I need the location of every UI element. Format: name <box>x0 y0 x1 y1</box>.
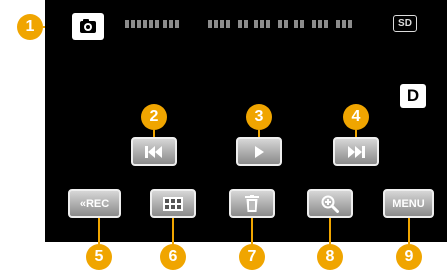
rec-button[interactable]: «REC <box>68 189 121 218</box>
callout-6-leader <box>172 218 174 245</box>
play-button[interactable] <box>236 137 282 166</box>
callout-4: 4 <box>343 104 369 130</box>
callout-3-leader <box>258 130 260 137</box>
callout-5-leader <box>98 218 100 245</box>
callout-4-leader <box>355 130 357 137</box>
callout-8: 8 <box>317 244 343 270</box>
callout-7: 7 <box>239 244 265 270</box>
mode-d-badge: D <box>400 84 426 108</box>
callout-9-leader <box>408 218 410 245</box>
sd-card-badge: SD <box>393 15 417 32</box>
callout-2: 2 <box>141 104 167 130</box>
index-grid-icon <box>163 196 183 211</box>
rec-label: «REC <box>79 197 110 210</box>
index-button[interactable] <box>150 189 196 218</box>
callout-2-leader <box>153 130 155 137</box>
date-time-glyphs <box>208 20 352 28</box>
play-icon <box>255 145 264 158</box>
menu-button[interactable]: MENU <box>383 189 434 218</box>
next-button[interactable] <box>333 137 379 166</box>
date-time-text <box>208 18 358 30</box>
zoom-in-icon <box>321 195 339 213</box>
callout-5: 5 <box>86 244 112 270</box>
file-info-text <box>125 18 185 30</box>
zoom-button[interactable] <box>307 189 353 218</box>
trash-icon <box>245 195 259 212</box>
callout-7-leader <box>251 218 253 245</box>
skip-back-icon <box>145 145 162 158</box>
menu-label: MENU <box>392 197 425 210</box>
callout-8-leader <box>329 218 331 245</box>
camera-mode-icon[interactable] <box>72 13 104 40</box>
delete-button[interactable] <box>229 189 275 218</box>
file-info-glyphs <box>125 20 179 28</box>
callout-1: 1 <box>17 14 43 40</box>
previous-button[interactable] <box>131 137 177 166</box>
callout-3: 3 <box>246 104 272 130</box>
callout-6: 6 <box>160 244 186 270</box>
callout-9: 9 <box>396 244 422 270</box>
skip-forward-icon <box>348 145 365 158</box>
